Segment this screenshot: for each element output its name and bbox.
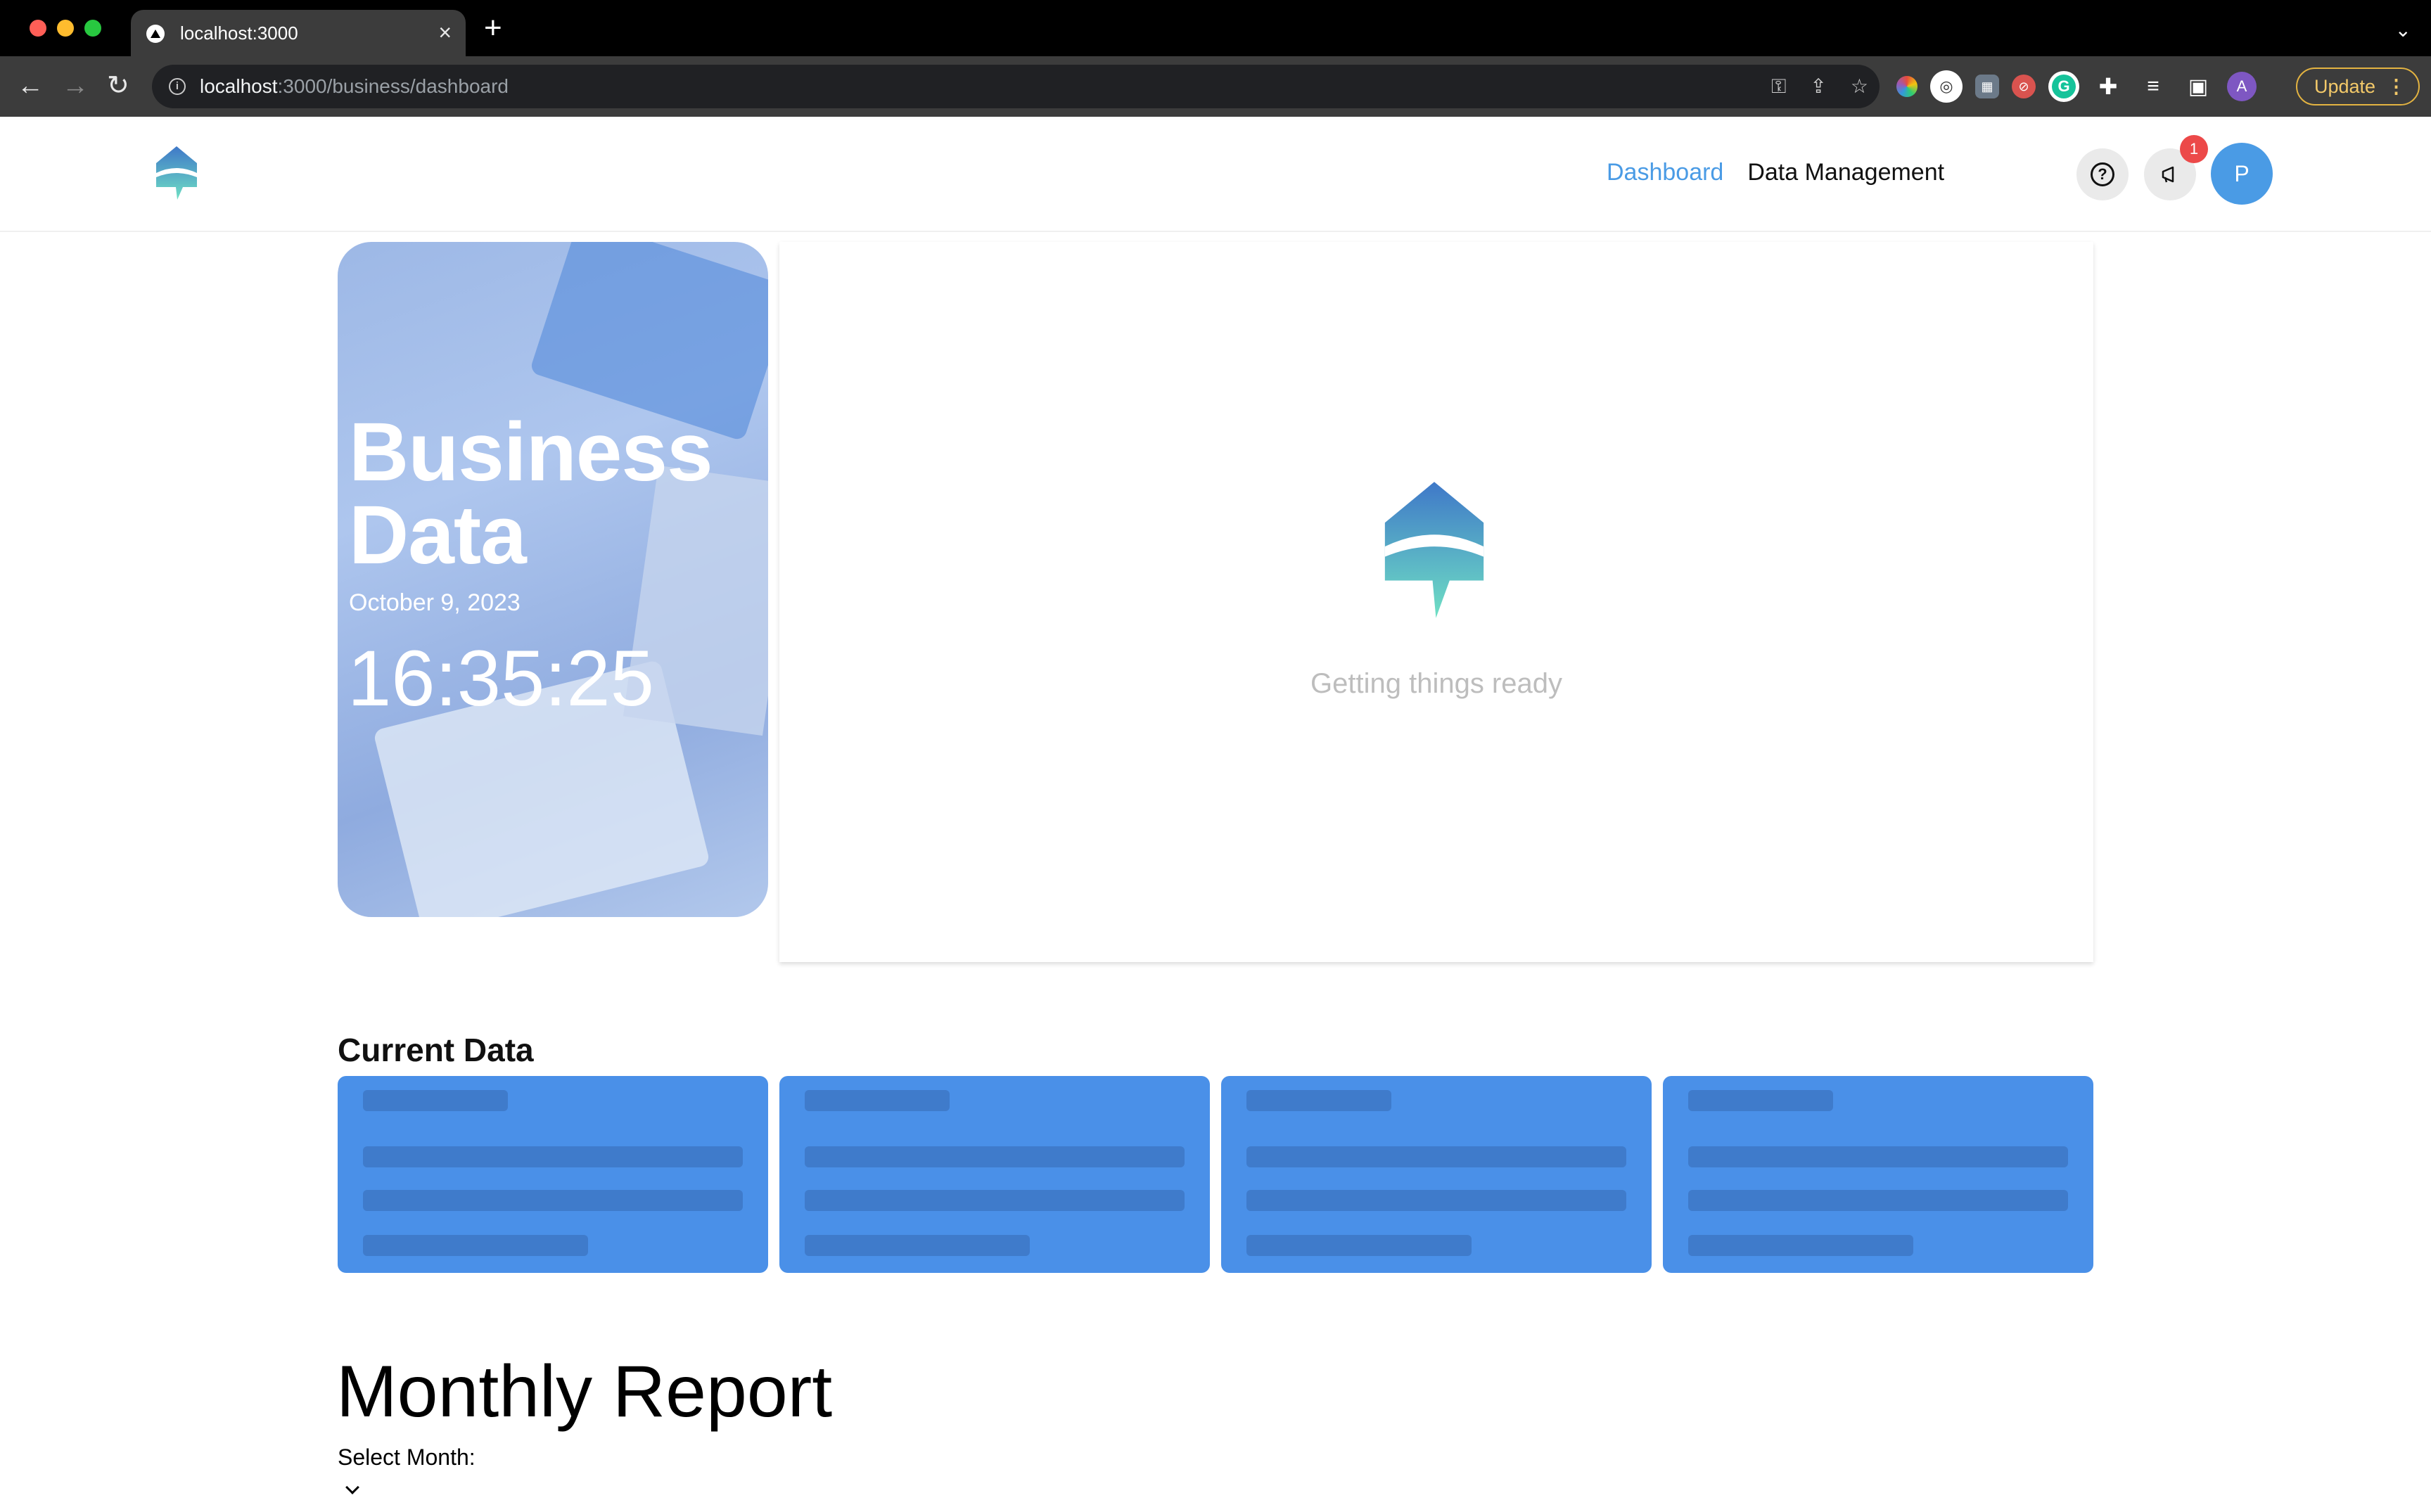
reload-icon[interactable]: ↻ [107, 69, 129, 103]
app-header: Dashboard Data Management ? [0, 117, 2431, 232]
vercel-favicon-icon [146, 25, 165, 43]
tab-search-chevron-icon[interactable]: ⌄ [2395, 18, 2411, 41]
data-card-skeleton [1663, 1076, 2093, 1273]
browser-tabstrip: localhost:3000 × + ⌄ [0, 0, 2431, 56]
help-button[interactable]: ? [2076, 148, 2129, 200]
data-card-skeleton [779, 1076, 1210, 1273]
current-data-title: Current Data [338, 1032, 534, 1068]
maximize-window-button[interactable] [84, 20, 101, 37]
loading-panel: Getting things ready [779, 242, 2093, 962]
loading-message: Getting things ready [1310, 668, 1562, 699]
extensions-bar: ◎ ▦ ⊘ G ✚ ≡ ▣ A [1896, 70, 2257, 103]
extension-red-icon[interactable]: ⊘ [2012, 75, 2036, 98]
grammarly-icon[interactable]: G [2048, 71, 2079, 102]
side-panel-icon[interactable]: ▣ [2182, 70, 2214, 103]
minimize-window-button[interactable] [57, 20, 74, 37]
browser-tab[interactable]: localhost:3000 × [131, 10, 466, 56]
nav-link-dashboard[interactable]: Dashboard [1607, 159, 1723, 186]
tab-close-icon[interactable]: × [438, 20, 452, 45]
data-card-skeleton [338, 1076, 768, 1273]
notification-badge: 1 [2180, 135, 2208, 163]
nav-link-data-management[interactable]: Data Management [1747, 159, 1944, 186]
loading-logo-icon [1384, 482, 1484, 618]
new-tab-icon[interactable]: + [484, 13, 502, 44]
user-avatar[interactable]: P [2211, 143, 2273, 205]
extension-circle-icon[interactable]: ◎ [1930, 70, 1963, 103]
close-window-button[interactable] [30, 20, 46, 37]
main-nav: Dashboard Data Management [1607, 159, 1944, 186]
forward-arrow-icon[interactable]: → [62, 69, 89, 103]
password-key-icon[interactable]: ⚿ [1771, 73, 1786, 100]
share-icon[interactable]: ⇪ [1810, 73, 1826, 100]
extension-badge-icon[interactable]: ▦ [1975, 75, 1999, 98]
megaphone-icon [2162, 166, 2174, 183]
question-mark-icon: ? [2091, 162, 2114, 186]
month-select[interactable] [338, 1473, 380, 1505]
monthly-report-title: Monthly Report [336, 1351, 833, 1433]
tab-title: localhost:3000 [180, 23, 298, 44]
color-picker-extension-icon[interactable] [1896, 76, 1918, 97]
hero-clock: 16:35:25 [347, 634, 654, 722]
site-info-icon[interactable]: i [169, 78, 186, 95]
browser-update-button[interactable]: Update ⋮ [2296, 68, 2420, 105]
bookmark-star-icon[interactable]: ☆ [1851, 73, 1868, 100]
media-queue-icon[interactable]: ≡ [2137, 70, 2169, 103]
hero-card: Business Data October 9, 2023 16:35:25 [338, 242, 768, 917]
hero-date: October 9, 2023 [349, 589, 521, 616]
data-card-skeleton [1221, 1076, 1652, 1273]
profile-icon[interactable]: A [2227, 72, 2257, 101]
url-text: localhost:3000/business/dashboard [200, 75, 509, 97]
chevron-down-icon [345, 1480, 359, 1494]
hero-title: Business Data [349, 406, 713, 582]
back-arrow-icon[interactable]: ← [17, 69, 44, 103]
address-bar[interactable]: i localhost:3000/business/dashboard ⚿ ⇪ … [152, 65, 1880, 108]
extensions-puzzle-icon[interactable]: ✚ [2092, 70, 2124, 103]
select-month-label: Select Month: [338, 1444, 476, 1470]
app-logo-icon[interactable] [155, 145, 198, 204]
